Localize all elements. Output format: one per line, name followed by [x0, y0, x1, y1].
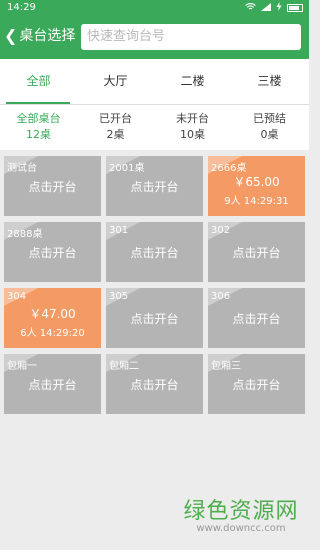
- summary-count: 12桌: [26, 128, 51, 141]
- area-tabs: 全部 大厅 二楼 三楼: [0, 59, 309, 104]
- table-tile[interactable]: 302 点击开台: [208, 222, 305, 282]
- table-tile[interactable]: 306 点击开台: [208, 288, 305, 348]
- table-name: 包厢一: [7, 361, 37, 372]
- app-bar: ❮ 桌台选择 快速查询台号: [0, 17, 309, 59]
- table-tile[interactable]: 305 点击开台: [106, 288, 203, 348]
- summary-count: 2桌: [106, 128, 125, 141]
- chevron-left-icon: ❮: [4, 25, 18, 45]
- summary-prebilled[interactable]: 已预结 0桌: [231, 111, 308, 143]
- open-table-label: 点击开台: [28, 180, 77, 194]
- table-guests-time: 9人 14:29:31: [224, 196, 289, 207]
- back-button[interactable]: ❮ 桌台选择: [4, 25, 75, 45]
- tab-all[interactable]: 全部: [0, 59, 77, 104]
- table-amount: ￥47.00: [29, 307, 76, 321]
- table-name: 306: [211, 291, 231, 302]
- table-name: 包厢三: [211, 361, 241, 372]
- table-name: 304: [7, 291, 27, 302]
- charging-icon: [276, 2, 282, 14]
- status-icons: [245, 2, 303, 14]
- open-table-label: 点击开台: [232, 312, 281, 326]
- tab-third-floor[interactable]: 三楼: [231, 59, 308, 104]
- table-name: 2666桌: [211, 163, 247, 174]
- open-table-label: 点击开台: [130, 180, 179, 194]
- table-tile[interactable]: 包厢一 点击开台: [4, 354, 101, 414]
- table-amount: ￥65.00: [233, 175, 280, 189]
- open-table-label: 点击开台: [130, 246, 179, 260]
- tab-second-floor[interactable]: 二楼: [154, 59, 231, 104]
- summary-label: 未开台: [176, 112, 209, 125]
- table-tile[interactable]: 包厢三 点击开台: [208, 354, 305, 414]
- table-name: 301: [109, 225, 129, 236]
- table-guests-time: 6人 14:29:20: [20, 328, 85, 339]
- open-table-label: 点击开台: [232, 246, 281, 260]
- table-name: 2888桌: [7, 229, 43, 240]
- summary-all[interactable]: 全部桌台 12桌: [0, 111, 77, 143]
- table-tile-occupied[interactable]: 2666桌 ￥65.00 9人 14:29:31: [208, 156, 305, 216]
- open-table-label: 点击开台: [130, 312, 179, 326]
- table-name: 测试台: [7, 163, 37, 174]
- table-tile[interactable]: 2888桌 点击开台: [4, 222, 101, 282]
- table-tile-occupied[interactable]: 304 ￥47.00 6人 14:29:20: [4, 288, 101, 348]
- battery-icon: [287, 4, 303, 12]
- search-input[interactable]: 快速查询台号: [81, 24, 301, 50]
- status-bar: 14:29: [0, 0, 309, 17]
- open-table-label: 点击开台: [28, 378, 77, 392]
- table-name: 包厢二: [109, 361, 139, 372]
- wifi-icon: [245, 2, 256, 14]
- table-tile[interactable]: 2001桌 点击开台: [106, 156, 203, 216]
- open-table-label: 点击开台: [232, 378, 281, 392]
- summary-opened[interactable]: 已开台 2桌: [77, 111, 154, 143]
- table-name: 305: [109, 291, 129, 302]
- summary-label: 已开台: [99, 112, 132, 125]
- page-title: 桌台选择: [19, 28, 76, 44]
- table-name: 2001桌: [109, 163, 145, 174]
- status-time: 14:29: [7, 2, 36, 13]
- summary-count: 0桌: [260, 128, 279, 141]
- tab-hall[interactable]: 大厅: [77, 59, 154, 104]
- signal-icon: [261, 2, 271, 14]
- open-table-label: 点击开台: [130, 378, 179, 392]
- summary-not-opened[interactable]: 未开台 10桌: [154, 111, 231, 143]
- open-table-label: 点击开台: [28, 246, 77, 260]
- table-tile[interactable]: 301 点击开台: [106, 222, 203, 282]
- table-tile[interactable]: 包厢二 点击开台: [106, 354, 203, 414]
- summary-label: 已预结: [253, 112, 286, 125]
- table-tile[interactable]: 测试台 点击开台: [4, 156, 101, 216]
- summary-label: 全部桌台: [16, 112, 61, 125]
- watermark: 绿色资源网 www.downcc.com: [176, 493, 306, 534]
- status-summary: 全部桌台 12桌 已开台 2桌 未开台 10桌 已预结 0桌: [0, 105, 309, 150]
- table-name: 302: [211, 225, 231, 236]
- summary-count: 10桌: [180, 128, 205, 141]
- watermark-title: 绿色资源网: [183, 499, 299, 524]
